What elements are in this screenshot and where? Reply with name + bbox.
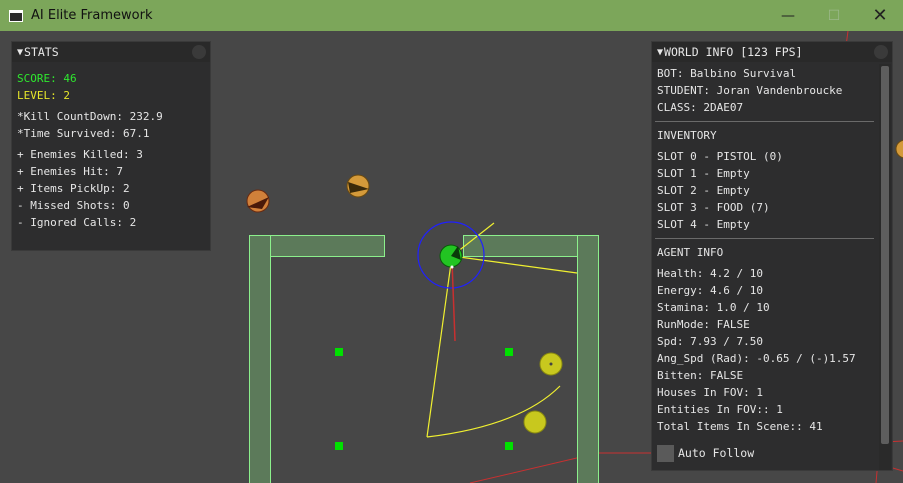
enemies-killed-text: + Enemies Killed: 3 xyxy=(17,148,143,161)
inventory-slot: SLOT 2 - Empty xyxy=(657,184,750,197)
student-text: STUDENT: Joran Vandenbroucke xyxy=(657,84,843,97)
enemy xyxy=(246,189,270,213)
stats-panel-title: STATS xyxy=(24,45,59,59)
collapse-triangle-icon[interactable]: ▼ xyxy=(17,47,23,58)
agent-info-title: AGENT INFO xyxy=(657,246,724,259)
class-text: CLASS: 2DAE07 xyxy=(657,101,744,114)
time-survived-text: *Time Survived: 67.1 xyxy=(17,127,150,140)
auto-follow-label[interactable]: Auto Follow xyxy=(678,446,754,460)
divider xyxy=(655,121,874,122)
collapse-triangle-icon[interactable]: ▼ xyxy=(657,47,663,58)
world-info-panel: ▼ WORLD INFO [123 FPS] BOT: Balbino Surv… xyxy=(651,41,893,471)
kill-countdown-text: *Kill CountDown: 232.9 xyxy=(17,110,163,123)
nav-point xyxy=(335,348,343,356)
inventory-slot: SLOT 1 - Empty xyxy=(657,167,750,180)
item xyxy=(539,352,563,376)
item xyxy=(523,410,547,434)
score-text: SCORE: 46 xyxy=(17,72,77,85)
divider xyxy=(655,238,874,239)
missed-shots-text: - Missed Shots: 0 xyxy=(17,199,130,212)
agent-speed-text: Spd: 7.93 / 7.50 xyxy=(657,335,763,348)
inventory-slot: SLOT 3 - FOOD (7) xyxy=(657,201,770,214)
nav-points xyxy=(335,348,513,450)
nav-point xyxy=(335,442,343,450)
agent-stamina-text: Stamina: 1.0 / 10 xyxy=(657,301,770,314)
agent-angular-speed-text: Ang_Spd (Rad): -0.65 / (-)1.57 xyxy=(657,352,856,365)
panel-close-icon[interactable] xyxy=(874,45,888,59)
enemy xyxy=(895,139,903,159)
app-icon xyxy=(9,9,23,22)
nav-point xyxy=(505,348,513,356)
house-wall xyxy=(249,235,271,483)
minimize-button[interactable]: — xyxy=(765,0,811,31)
panel-close-icon[interactable] xyxy=(192,45,206,59)
total-items-text: Total Items In Scene:: 41 xyxy=(657,420,823,433)
inventory-title: INVENTORY xyxy=(657,129,717,142)
house-wall xyxy=(577,235,599,483)
enemies-hit-text: + Enemies Hit: 7 xyxy=(17,165,123,178)
houses-in-fov-text: Houses In FOV: 1 xyxy=(657,386,763,399)
items-pickup-text: + Items PickUp: 2 xyxy=(17,182,130,195)
scrollbar-thumb[interactable] xyxy=(881,66,889,444)
agent-energy-text: Energy: 4.6 / 10 xyxy=(657,284,763,297)
agent-velocity xyxy=(451,260,456,342)
title-bar: AI Elite Framework — ☐ ✕ xyxy=(0,0,903,31)
inventory-slot: SLOT 4 - Empty xyxy=(657,218,750,231)
enemy xyxy=(346,174,370,198)
ignored-calls-text: - Ignored Calls: 2 xyxy=(17,216,137,229)
agent-health-text: Health: 4.2 / 10 xyxy=(657,267,763,280)
stats-panel-header[interactable]: ▼ STATS xyxy=(12,42,210,62)
world-info-panel-title: WORLD INFO [123 FPS] xyxy=(664,45,803,59)
level-text: LEVEL: 2 xyxy=(17,89,70,102)
maximize-button[interactable]: ☐ xyxy=(811,0,857,31)
stats-panel: ▼ STATS SCORE: 46 LEVEL: 2 *Kill CountDo… xyxy=(11,41,211,251)
close-button[interactable]: ✕ xyxy=(857,0,903,31)
window-title: AI Elite Framework xyxy=(31,8,153,23)
nav-point xyxy=(505,442,513,450)
auto-follow-row[interactable]: Auto Follow xyxy=(652,443,878,463)
agent-bitten-text: Bitten: FALSE xyxy=(657,369,744,382)
inventory-slot: SLOT 0 - PISTOL (0) xyxy=(657,150,783,163)
bot-text: BOT: Balbino Survival xyxy=(657,67,797,80)
auto-follow-checkbox[interactable] xyxy=(657,444,674,462)
world-info-panel-header[interactable]: ▼ WORLD INFO [123 FPS] xyxy=(652,42,892,62)
agent-runmode-text: RunMode: FALSE xyxy=(657,318,750,331)
entities-in-fov-text: Entities In FOV:: 1 xyxy=(657,403,783,416)
